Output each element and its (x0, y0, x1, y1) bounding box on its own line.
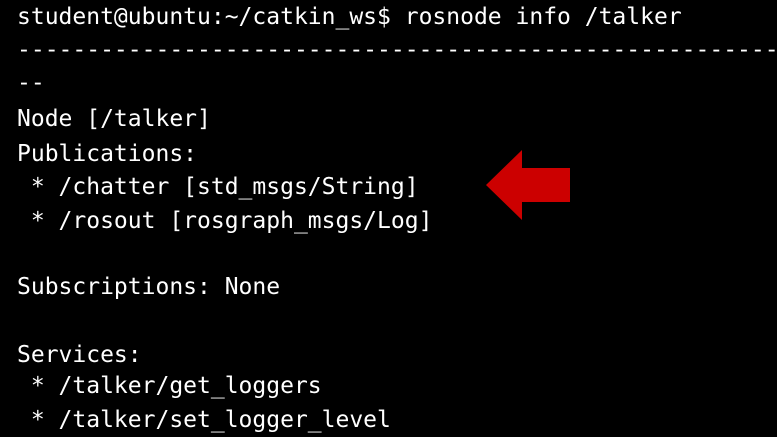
publication-rosout: * /rosout [rosgraph_msgs/Log] (17, 208, 433, 234)
arrow-shape (486, 150, 570, 220)
command-line: student@ubuntu:~/catkin_ws$ rosnode info… (17, 4, 682, 30)
publications-heading: Publications: (17, 141, 198, 167)
subscriptions-line: Subscriptions: None (17, 274, 281, 300)
publication-chatter: * /chatter [std_msgs/String] (17, 174, 419, 200)
service-set-logger-level: * /talker/set_logger_level (17, 407, 391, 433)
separator-line: ----------------------------------------… (17, 37, 777, 63)
service-get-loggers: * /talker/get_loggers (17, 373, 322, 399)
node-name-line: Node [/talker] (17, 106, 211, 132)
arrow-left-icon (486, 150, 570, 220)
separator-tail: -- (17, 70, 45, 96)
terminal-window[interactable]: student@ubuntu:~/catkin_ws$ rosnode info… (0, 0, 777, 437)
services-heading: Services: (17, 342, 142, 368)
